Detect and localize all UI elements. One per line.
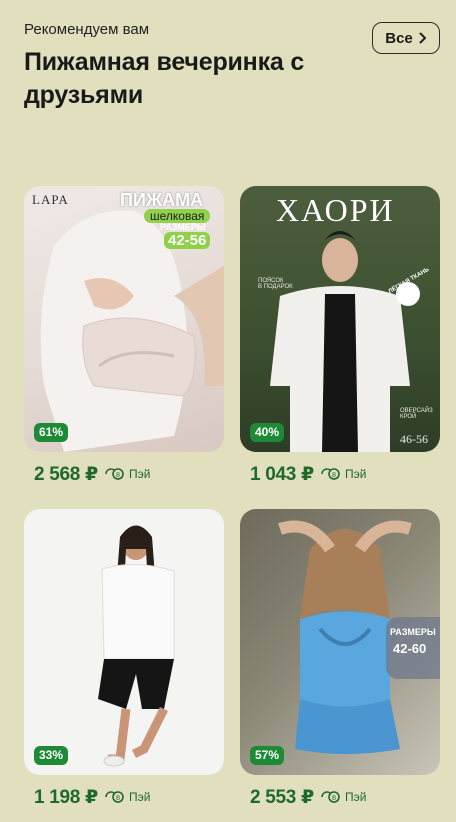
overlay-sizes-label: РАЗМЕРЫ [160, 222, 206, 232]
split-pay: 8 Пэй [104, 790, 150, 804]
discount-badge: 33% [34, 746, 69, 765]
section-subtitle: Рекомендуем вам [24, 21, 150, 38]
split-pay-label: Пэй [344, 467, 367, 481]
overlay-sizes: 42-56 [164, 232, 211, 249]
section-title: Пижамная вечеринка с друзьями [24, 48, 305, 109]
product-card[interactable]: РАЗМЕРЫ 42-60 57% 2 553 ₽ 8 Пэй [240, 509, 440, 809]
split-pay: 8 Пэй [320, 467, 366, 481]
product-card[interactable]: 33% 1 198 ₽ 8 Пэй [24, 509, 224, 809]
overlay-sizes-label: РАЗМЕРЫ [390, 627, 436, 637]
split-pay-label: Пэй [128, 467, 151, 481]
overlay-sizes: 46-56 [400, 432, 428, 446]
overlay-tag: шелковая [144, 209, 211, 223]
price-row: 2 553 ₽ 8 Пэй [250, 785, 440, 809]
split-pay-icon: 8 [105, 468, 124, 480]
section-header: Рекомендуем вам Пижамная вечеринка с дру… [24, 20, 364, 112]
split-pay: 8 Пэй [104, 467, 150, 481]
product-photo [98, 525, 175, 767]
split-pay-icon: 8 [321, 468, 340, 480]
chevron-right-icon [419, 32, 426, 44]
discount-badge: 61% [34, 423, 69, 442]
split-pay-icon: 8 [105, 791, 124, 803]
price-row: 2 568 ₽ 8 Пэй [34, 462, 224, 486]
product-card[interactable]: ХАОРИ ПОЯСОК В ПОДАРОК ЛЁГКАЯ ТКАНЬ ОВЕР… [240, 186, 440, 486]
svg-text:8: 8 [332, 472, 336, 479]
discount-badge: 40% [250, 423, 285, 442]
overlay-sizes: 42-60 [393, 641, 427, 656]
svg-text:8: 8 [116, 795, 120, 802]
product-card[interactable]: LAPA ПИЖАМА шелковая РАЗМЕРЫ 42-56 61% 2… [24, 186, 224, 486]
split-pay-label: Пэй [344, 790, 367, 804]
overlay-title: ХАОРИ [276, 192, 395, 228]
price-row: 1 043 ₽ 8 Пэй [250, 462, 440, 486]
brand-logo: LAPA [32, 192, 69, 207]
product-price: 1 198 ₽ [34, 786, 98, 808]
see-all-label: Все [385, 29, 413, 47]
split-pay: 8 Пэй [320, 790, 366, 804]
overlay-right-note: ОВЕРСАЙЗ КРОЙ [400, 408, 433, 420]
product-price: 2 568 ₽ [34, 463, 98, 485]
product-price: 1 043 ₽ [250, 463, 314, 485]
product-price: 2 553 ₽ [250, 786, 314, 808]
product-image[interactable]: ХАОРИ ПОЯСОК В ПОДАРОК ЛЁГКАЯ ТКАНЬ ОВЕР… [240, 186, 440, 452]
product-image[interactable]: РАЗМЕРЫ 42-60 57% [240, 509, 440, 775]
see-all-button[interactable]: Все [372, 22, 440, 54]
svg-text:8: 8 [332, 795, 336, 802]
product-image[interactable]: LAPA ПИЖАМА шелковая РАЗМЕРЫ 42-56 61% [24, 186, 224, 452]
discount-badge: 57% [250, 746, 285, 765]
svg-text:8: 8 [116, 472, 120, 479]
product-image[interactable]: 33% [24, 509, 224, 775]
overlay-left-note: ПОЯСОК В ПОДАРОК [258, 278, 293, 290]
split-pay-label: Пэй [128, 790, 151, 804]
split-pay-icon: 8 [321, 791, 340, 803]
price-row: 1 198 ₽ 8 Пэй [34, 785, 224, 809]
overlay-title: ПИЖАМА [120, 190, 204, 210]
